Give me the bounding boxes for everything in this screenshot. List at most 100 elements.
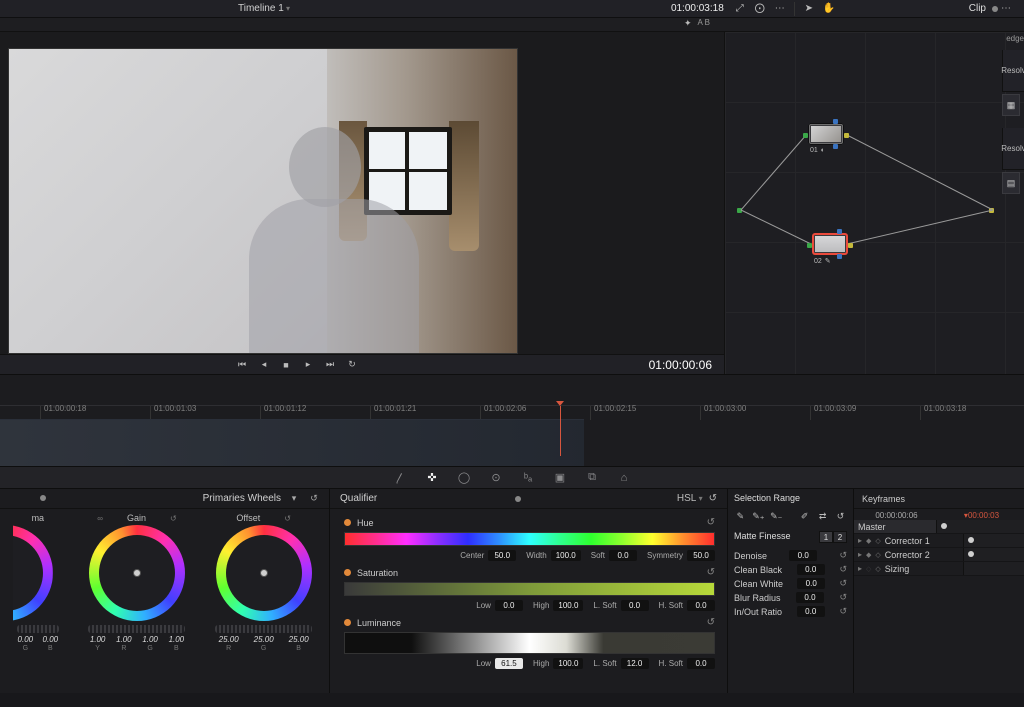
denoise-reset[interactable]: ↺ [839, 550, 847, 561]
mini-timeline[interactable]: 01:00:00:18 01:00:01:03 01:00:01:12 01:0… [0, 374, 1024, 466]
footer [0, 693, 1024, 707]
wheels-header: Primaries Wheels ▾ ↺ [0, 489, 329, 509]
hue-reset-icon[interactable]: ↺ [707, 517, 715, 528]
hue-width[interactable]: 100.0 [551, 550, 581, 561]
lum-reset-icon[interactable]: ↺ [707, 617, 715, 628]
sat-lsoft[interactable]: 0.0 [621, 600, 649, 611]
more-icon[interactable]: ⋯ [772, 1, 788, 17]
matte-cleanblack: Clean Black0.0↺ [734, 564, 847, 575]
offset-reset-icon[interactable]: ↺ [284, 514, 291, 523]
kf-sizing: ▸◇◇Sizing [854, 562, 1024, 576]
gamma-jog[interactable] [17, 625, 59, 633]
matte-tab-2[interactable]: 2 [833, 531, 847, 543]
sat-reset-icon[interactable]: ↺ [707, 567, 715, 578]
timeline-name[interactable]: Timeline 1 [238, 3, 290, 14]
qualifier-reset-icon[interactable]: ↺ [709, 493, 717, 504]
tool-curves-icon[interactable]: 〳 [391, 469, 409, 487]
node-01[interactable]: 01 ◐ [809, 124, 843, 144]
node-graph[interactable]: edge Resolv ▦ Resolv ▤ 01 ◐ 02 ✎ [724, 32, 1024, 374]
keyframes-ruler[interactable]: 00:00:00:06▾00:00:03 [854, 509, 1024, 520]
wheel-offset[interactable]: Offset↺ 25.00R 25.00G 25.00B [211, 513, 316, 652]
timeline-ruler[interactable]: 01:00:00:18 01:00:01:03 01:00:01:12 01:0… [0, 405, 1024, 419]
node-02[interactable]: 02 ✎ [813, 234, 847, 254]
viewer[interactable] [8, 48, 518, 354]
hand-icon[interactable]: ✋ [821, 1, 837, 17]
wheels-reset-icon[interactable]: ↺ [307, 492, 321, 506]
node-more-icon[interactable]: ⋯ [998, 1, 1014, 17]
tool-blur-icon[interactable]: ᵇₐ [519, 469, 537, 487]
picker-soft-icon[interactable]: ✐ [798, 509, 811, 523]
selection-title: Selection Range [734, 493, 847, 503]
hue-soft[interactable]: 0.0 [609, 550, 637, 561]
keyframes-panel: Keyframes 00:00:00:06▾00:00:03 Master ▸◆… [854, 489, 1024, 702]
go-last-icon[interactable]: ⏭ [322, 357, 338, 373]
wheels-page-dot[interactable] [40, 495, 46, 501]
tool-qualifier-icon[interactable]: ✜ [423, 469, 441, 487]
picker-add-icon[interactable]: ✎₊ [752, 509, 765, 523]
ab-compare[interactable]: A B [698, 18, 1000, 31]
tool-key-icon[interactable]: ▣ [551, 469, 569, 487]
viewer-subbar: ✦ A B [0, 18, 1024, 32]
gain-reset-icon[interactable]: ↺ [170, 514, 177, 523]
lum-lsoft[interactable]: 12.0 [621, 658, 649, 669]
lum-strip[interactable] [344, 632, 715, 654]
qualifier-page-dot[interactable] [515, 496, 521, 502]
node-clip-label[interactable]: Clip [969, 3, 986, 14]
node-side-tabs: Resolv ▦ Resolv ▤ [1002, 50, 1024, 194]
wheel-gamma[interactable]: ma 0.00G 0.00B [13, 513, 63, 652]
tool-sizing-icon[interactable]: ⧉ [583, 469, 601, 487]
hue-toggle[interactable] [344, 519, 351, 526]
gain-link-icon[interactable]: ∞ [97, 514, 103, 523]
resolve-tab-1-icon[interactable]: ▦ [1002, 94, 1020, 116]
sat-hsoft[interactable]: 0.0 [687, 600, 715, 611]
hue-center[interactable]: 50.0 [488, 550, 516, 561]
picker-icon[interactable]: ✎ [734, 509, 747, 523]
hue-strip[interactable] [344, 532, 715, 546]
lum-high[interactable]: 100.0 [553, 658, 583, 669]
resolve-tab-2-icon[interactable]: ▤ [1002, 172, 1020, 194]
output-port[interactable] [989, 208, 994, 213]
timeline-playhead[interactable] [560, 406, 561, 456]
picker-invert-icon[interactable]: ⇄ [816, 509, 829, 523]
pointer-icon[interactable]: ➤ [801, 1, 817, 17]
sat-label: Saturation [357, 568, 398, 578]
wheels-mode-icon[interactable]: ▾ [287, 492, 301, 506]
hue-sym[interactable]: 50.0 [687, 550, 715, 561]
gain-jog[interactable] [88, 625, 185, 633]
go-first-icon[interactable]: ⏮ [234, 357, 250, 373]
lum-low[interactable]: 61.5 [495, 658, 523, 669]
picker-sub-icon[interactable]: ✎₋ [770, 509, 783, 523]
timeline-clip[interactable] [0, 419, 584, 466]
tool-stereo-icon[interactable]: ⌂ [615, 469, 633, 487]
edge-tab[interactable]: edge [1006, 34, 1024, 43]
stop-icon[interactable]: ■ [278, 357, 294, 373]
node-02-label: 02 ✎ [814, 257, 831, 265]
resolve-tab-2[interactable]: Resolv [1002, 128, 1024, 170]
qualifier-mode[interactable]: HSL [677, 493, 703, 504]
play-icon[interactable]: ▸ [300, 357, 316, 373]
lum-hsoft[interactable]: 0.0 [687, 658, 715, 669]
source-port[interactable] [737, 208, 742, 213]
tool-window-icon[interactable]: ◯ [455, 469, 473, 487]
transport-timecode[interactable]: 01:00:00:06 [649, 358, 712, 372]
sat-toggle[interactable] [344, 569, 351, 576]
wheel-gain[interactable]: ∞Gain↺ 1.00Y 1.00R 1.00G 1.00B [84, 513, 189, 652]
loop-icon[interactable]: ↻ [344, 357, 360, 373]
tool-tracker-icon[interactable]: ⊙ [487, 469, 505, 487]
step-back-icon[interactable]: ◂ [256, 357, 272, 373]
offset-jog[interactable] [215, 625, 312, 633]
resolve-tab-1[interactable]: Resolv [1002, 50, 1024, 92]
qualifier-title: Qualifier [340, 493, 377, 504]
matte-tab-1[interactable]: 1 [819, 531, 833, 543]
sat-strip[interactable] [344, 582, 715, 596]
sat-low[interactable]: 0.0 [495, 600, 523, 611]
app-header: Timeline 1 01:00:03:18 ⤢ ⨀ ⋯ ➤ ✋ Clip ⋯ [0, 0, 1024, 18]
bypass-icon[interactable]: ⨀ [752, 1, 768, 17]
viewer-overlay-icon[interactable]: ✦ [684, 18, 692, 31]
expand-icon[interactable]: ⤢ [732, 1, 748, 17]
picker-reset-icon[interactable]: ↺ [834, 509, 847, 523]
header-timecode[interactable]: 01:00:03:18 [671, 3, 724, 14]
lum-toggle[interactable] [344, 619, 351, 626]
kf-master: Master [854, 520, 1024, 534]
sat-high[interactable]: 100.0 [553, 600, 583, 611]
